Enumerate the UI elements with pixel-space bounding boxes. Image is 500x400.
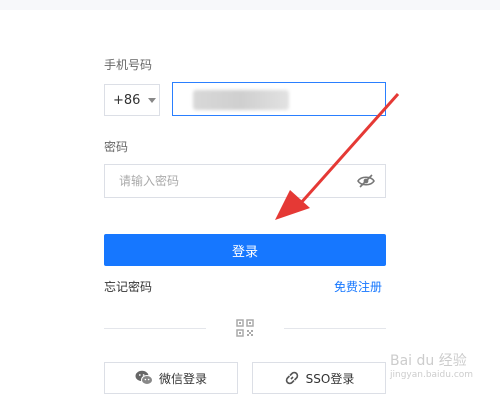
divider-left xyxy=(104,328,206,329)
wechat-icon xyxy=(135,370,153,385)
password-label: 密码 xyxy=(104,140,129,154)
eye-off-icon[interactable] xyxy=(357,174,375,188)
chevron-down-icon xyxy=(148,97,157,103)
phone-input[interactable] xyxy=(172,82,386,116)
forgot-password-link[interactable]: 忘记密码 xyxy=(104,278,152,295)
sso-login-label: SSO登录 xyxy=(305,371,355,386)
watermark: Bai du 经验 jingyan.baidu.com xyxy=(390,350,500,400)
wechat-login-label: 微信登录 xyxy=(158,371,207,386)
password-input[interactable] xyxy=(117,173,341,189)
redacted-phone-number xyxy=(193,90,289,110)
divider-right xyxy=(284,328,386,329)
top-bar xyxy=(0,0,500,10)
watermark-logo-text: Bai du 经验 xyxy=(390,353,467,369)
sso-login-button[interactable]: SSO登录 xyxy=(252,362,386,394)
qr-code-icon[interactable] xyxy=(236,319,254,337)
country-code-select[interactable]: +86 xyxy=(104,84,160,116)
register-link[interactable]: 免费注册 xyxy=(334,278,382,295)
link-icon xyxy=(285,371,298,385)
country-code-value: +86 xyxy=(113,92,141,108)
wechat-login-button[interactable]: 微信登录 xyxy=(104,362,238,394)
annotation-arrow xyxy=(275,93,400,220)
phone-label: 手机号码 xyxy=(104,58,153,72)
login-button[interactable]: 登录 xyxy=(104,234,386,266)
watermark-url: jingyan.baidu.com xyxy=(390,370,474,380)
password-field-container[interactable] xyxy=(104,164,386,198)
